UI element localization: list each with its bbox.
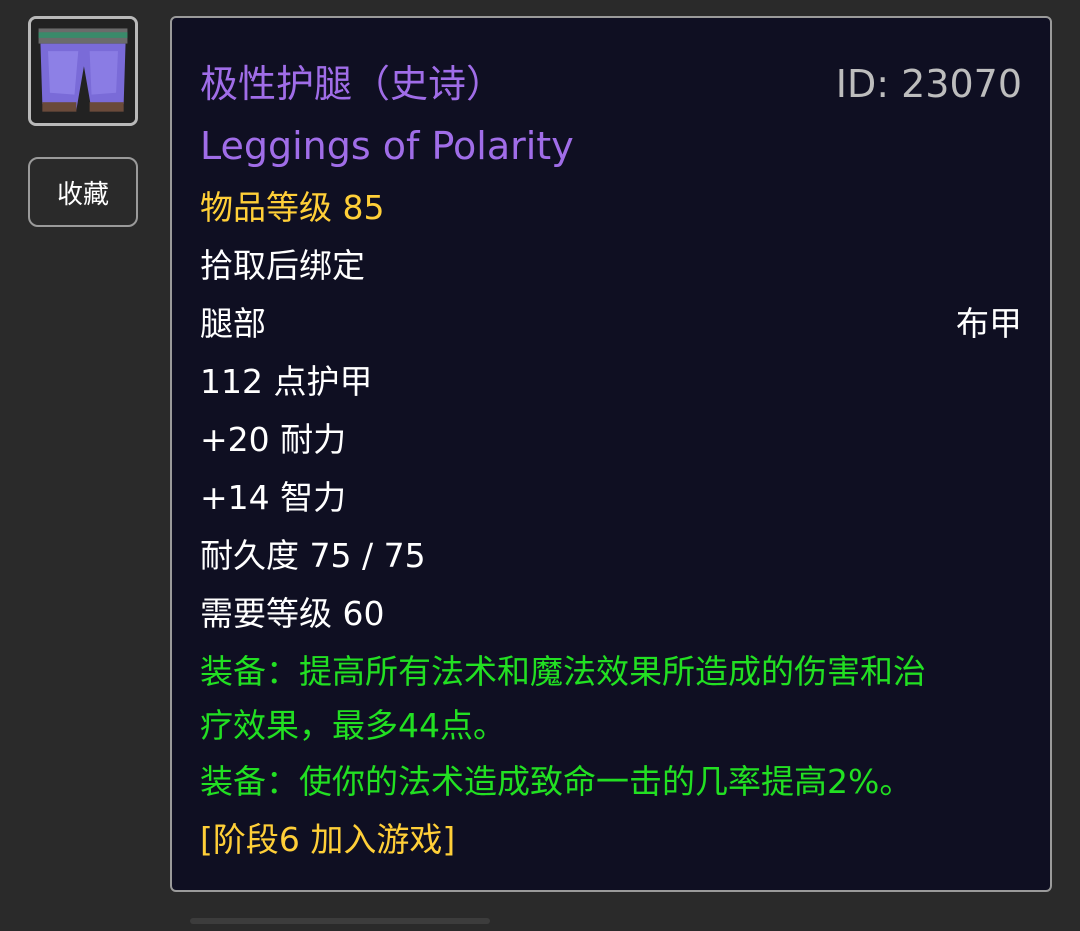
durability: 耐久度 75 / 75 [200,536,426,575]
required-level: 需要等级 60 [200,594,385,633]
phase-note: [阶段6 加入游戏] [200,820,456,859]
partial-content-below [190,918,490,924]
leggings-icon [31,19,135,123]
equip-effect-2: 装备：使你的法术造成致命一击的几率提高2%。 [200,762,913,801]
item-id: ID: 23070 [835,62,1022,106]
item-tooltip: 极性护腿（史诗） ID: 23070 Leggings of Polarity … [170,16,1052,892]
bind-type: 拾取后绑定 [200,246,365,285]
item-name-cn: 极性护腿（史诗） [200,62,505,106]
favorite-button[interactable]: 收藏 [28,157,138,227]
item-level: 物品等级 85 [200,188,385,227]
equip-effect-1-line-2: 疗效果，最多44点。 [200,706,506,745]
item-name-en: Leggings of Polarity [200,124,574,168]
stat-intellect: +14 智力 [200,478,347,517]
equip-effect-1-line-1: 装备：提高所有法术和魔法效果所造成的伤害和治 [200,652,926,691]
armor-value: 112 点护甲 [200,362,373,401]
item-slot: 腿部 [200,304,266,343]
armor-type: 布甲 [956,304,1022,343]
stat-stamina: +20 耐力 [200,420,347,459]
item-icon[interactable] [28,16,138,126]
